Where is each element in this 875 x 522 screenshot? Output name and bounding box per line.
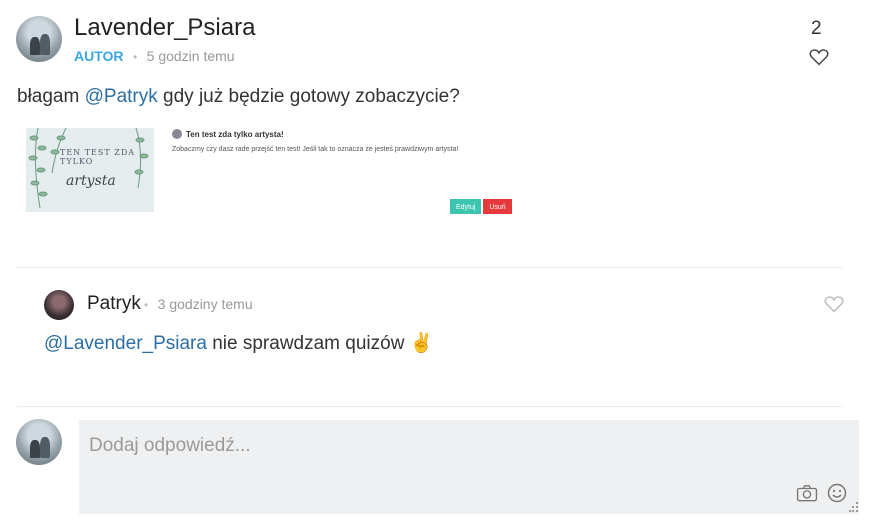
post-time: 5 godzin temu [146, 48, 235, 64]
author-name[interactable]: Lavender_Psiara [74, 14, 255, 42]
like-count: 2 [811, 18, 822, 39]
reply-avatar[interactable] [44, 290, 74, 320]
reply-heart-icon[interactable] [824, 295, 844, 313]
quiz-author-avatar [172, 129, 182, 139]
reply-composer[interactable] [79, 420, 859, 514]
author-badge: AUTOR [74, 48, 124, 64]
smile-icon[interactable] [827, 483, 847, 503]
quiz-title[interactable]: Ten test zda tylko artysta! [186, 130, 284, 139]
post-text-suffix: gdy już będzie gotowy zobaczycie? [157, 86, 460, 107]
reply-author[interactable]: Patryk [87, 293, 141, 315]
reply-time: 3 godziny temu [157, 296, 253, 312]
reply-meta-separator: • [144, 298, 149, 312]
post-text: błagam @Patryk gdy już będzie gotowy zob… [17, 86, 460, 108]
reply-text: @Lavender_Psiara nie sprawdzam quizów ✌ [44, 331, 433, 355]
reply-input[interactable] [87, 430, 771, 462]
divider [17, 267, 843, 268]
heart-icon[interactable] [809, 48, 829, 66]
reply-mention-link[interactable]: @Lavender_Psiara [44, 333, 207, 354]
resize-handle-icon[interactable] [849, 500, 859, 512]
delete-button[interactable]: Usuń [483, 199, 512, 214]
reply-meta: • 3 godziny temu [144, 296, 253, 314]
meta-separator: • [132, 50, 138, 64]
quiz-thumbnail-line2: artysta [66, 173, 116, 189]
camera-icon[interactable] [796, 484, 818, 502]
edit-button[interactable]: Edytuj [450, 199, 481, 214]
post-text-prefix: błagam [17, 86, 85, 107]
author-meta: AUTOR • 5 godzin temu [74, 48, 235, 66]
quiz-thumbnail-line1: TEN TEST ZDA TYLKO [60, 148, 136, 166]
leaves-decoration [28, 128, 149, 209]
quiz-description: Zobaczmy czy dasz rade przejść ten test!… [172, 146, 459, 153]
quiz-thumbnail[interactable]: TEN TEST ZDA TYLKO artysta [26, 128, 154, 212]
victory-hand-emoji: ✌ [409, 333, 434, 354]
user-avatar [16, 419, 62, 465]
divider [17, 406, 843, 407]
mention-link[interactable]: @Patryk [85, 86, 158, 107]
author-avatar[interactable] [16, 16, 62, 62]
reply-text-body: nie sprawdzam quizów [206, 333, 410, 354]
